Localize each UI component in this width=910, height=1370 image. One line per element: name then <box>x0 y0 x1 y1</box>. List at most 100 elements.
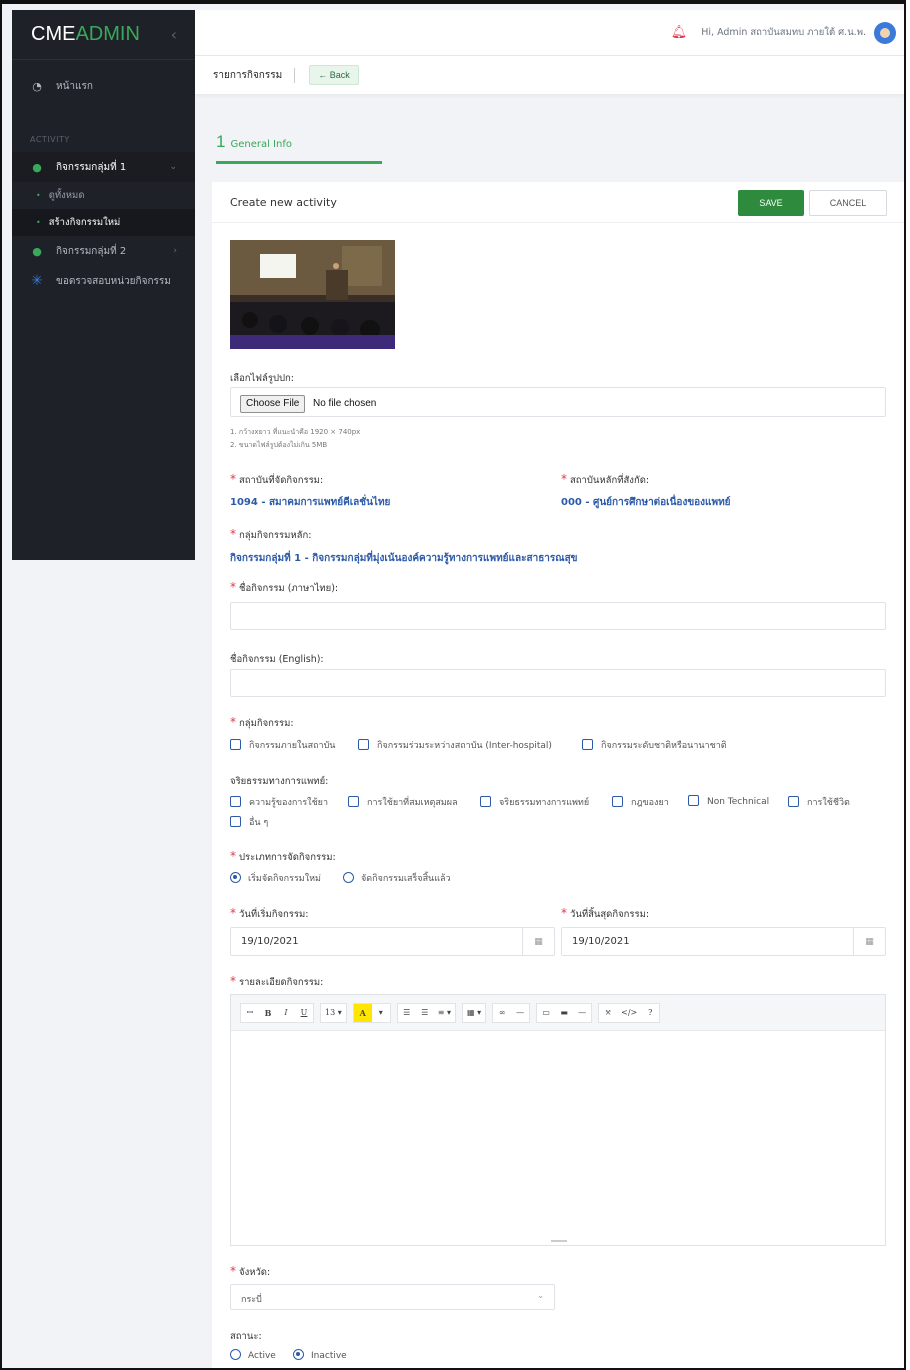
sidebar-item-home[interactable]: ◔ หน้าแรก <box>12 60 195 112</box>
activity-type-label: * ประเภทการจัดกิจกรรม: <box>230 849 336 863</box>
asterisk-icon: ✳ <box>31 273 43 289</box>
checkbox[interactable] <box>688 795 699 806</box>
ethics-label: จริยธรรมทางการแพทย์: <box>230 776 329 787</box>
radio-selected[interactable] <box>293 1349 304 1360</box>
ethics-option[interactable]: ความรู้ของการใช้ยา <box>230 795 328 809</box>
tab-general-info[interactable]: 1 General Info <box>216 132 382 164</box>
align-icon[interactable]: ≡ ▾ <box>434 1004 455 1022</box>
name-en-label: ชื่อกิจกรรม (English): <box>230 654 324 665</box>
file-input[interactable]: Choose File No file chosen <box>230 387 886 417</box>
sidebar-item-group2[interactable]: ● กิจกรรมกลุ่มที่ 2 › <box>12 236 195 266</box>
cancel-button[interactable]: CANCEL <box>809 190 887 216</box>
checkbox[interactable] <box>612 796 623 807</box>
start-date-input[interactable]: 19/10/2021 ▦ <box>230 927 555 956</box>
sidebar-item-group1[interactable]: ● กิจกรรมกลุ่มที่ 1 ⌄ <box>12 152 195 182</box>
rich-text-editor[interactable]: ꟷ B I U 13 ▾ A ▾ ☰ ☰ ≡ ▾ ▦ ▾ ∞ — ▭ ▬ — ⤧… <box>230 994 886 1246</box>
end-date-value: 19/10/2021 <box>572 936 630 947</box>
bullet-list-icon[interactable]: ☰ <box>398 1004 416 1022</box>
group-option-internal[interactable]: กิจกรรมภายในสถาบัน <box>230 738 335 752</box>
radio[interactable] <box>343 872 354 883</box>
bullet-icon: • <box>36 191 41 200</box>
radio[interactable] <box>230 1349 241 1360</box>
status-option-active[interactable]: Active <box>230 1349 276 1361</box>
cover-image <box>230 240 395 349</box>
code-view-icon[interactable]: </> <box>617 1004 641 1022</box>
eraser-icon[interactable]: ꟷ <box>241 1004 259 1022</box>
text-color-icon[interactable]: A <box>353 1003 372 1022</box>
video-icon[interactable]: ▬ <box>555 1004 573 1022</box>
ethics-option[interactable]: การใช้ยาที่สมเหตุสมผล <box>348 795 458 809</box>
group-option-inter-hospital[interactable]: กิจกรรมร่วมระหว่างสถาบัน (Inter-hospital… <box>358 738 552 752</box>
logo-admin: ADMIN <box>75 23 140 45</box>
table-icon[interactable]: ▦ ▾ <box>463 1004 485 1022</box>
horizontal-rule-icon[interactable]: — <box>511 1004 529 1022</box>
checkbox[interactable] <box>348 796 359 807</box>
type-option-finished[interactable]: จัดกิจกรรมเสร็จสิ้นแล้ว <box>343 871 451 885</box>
checkbox[interactable] <box>230 796 241 807</box>
start-date-label: * วันที่เริ่มกิจกรรม: <box>230 906 309 920</box>
color-dropdown-icon[interactable]: ▾ <box>372 1004 390 1022</box>
group-option-national[interactable]: กิจกรรมระดับชาติหรือนานาชาติ <box>582 738 727 752</box>
font-size-select[interactable]: 13 ▾ <box>321 1004 346 1022</box>
link-icon[interactable]: ∞ <box>493 1004 511 1022</box>
type-option-new[interactable]: เริ่มจัดกิจกรรมใหม่ <box>230 871 321 885</box>
ethics-option[interactable]: อื่น ๆ <box>230 815 268 829</box>
ethics-option[interactable]: จริยธรรมทางการแพทย์ <box>480 795 589 809</box>
checkbox[interactable] <box>358 739 369 750</box>
numbered-list-icon[interactable]: ☰ <box>416 1004 434 1022</box>
province-select[interactable]: กระบี่ ⌄ <box>230 1284 555 1310</box>
bell-icon[interactable]: 🔔︎ <box>671 25 688 40</box>
institution-label: * สถาบันที่จัดกิจกรรม: <box>230 472 324 486</box>
calendar-icon[interactable]: ▦ <box>522 928 554 956</box>
main-group-label: * กลุ่มกิจกรรมหลัก: <box>230 527 312 541</box>
checkbox[interactable] <box>582 739 593 750</box>
chevron-down-icon: ⌄ <box>169 162 177 172</box>
sidebar-item-label: กิจกรรมกลุ่มที่ 2 <box>56 245 127 257</box>
parent-institution-value: 000 - ศูนย์การศึกษาต่อเนื่องของแพทย์ <box>561 497 731 508</box>
hint-filesize: 2. ขนาดไฟล์รูปต้องไม่เกิน 5MB <box>230 441 328 449</box>
name-en-input[interactable] <box>230 669 886 697</box>
sidebar-item-label: ขอตรวจสอบหน่วยกิจกรรม <box>56 275 171 287</box>
hr-icon[interactable]: — <box>573 1004 591 1022</box>
fullscreen-icon[interactable]: ⤧ <box>599 1004 617 1022</box>
choose-file-button[interactable]: Choose File <box>240 395 306 413</box>
sidebar-item-label: กิจกรรมกลุ่มที่ 1 <box>56 161 127 173</box>
checkbox[interactable] <box>230 739 241 750</box>
help-icon[interactable]: ? <box>641 1004 659 1022</box>
sidebar-item-label: สร้างกิจกรรมใหม่ <box>48 217 121 228</box>
detail-label: * รายละเอียดกิจกรรม: <box>230 974 324 988</box>
italic-button[interactable]: I <box>277 1004 295 1022</box>
image-icon[interactable]: ▭ <box>537 1004 555 1022</box>
ethics-option[interactable]: การใช้ชีวิต <box>788 795 850 809</box>
avatar[interactable] <box>874 21 896 44</box>
sidebar-subitem-create[interactable]: • สร้างกิจกรรมใหม่ <box>12 209 195 236</box>
ethics-option[interactable]: กฎของยา <box>612 795 669 809</box>
chevron-right-icon: › <box>173 246 177 256</box>
form-card: Create new activity SAVE CANCEL เลือกไฟล… <box>212 182 904 1368</box>
sidebar-item-review[interactable]: ✳ ขอตรวจสอบหน่วยกิจกรรม <box>12 266 195 296</box>
bold-button[interactable]: B <box>259 1004 277 1022</box>
sidebar-subitem-view-all[interactable]: • ดูทั้งหมด <box>12 182 195 209</box>
name-th-input[interactable] <box>230 602 886 630</box>
start-date-value: 19/10/2021 <box>241 936 299 947</box>
bullet-icon: • <box>36 218 41 227</box>
checkbox[interactable] <box>480 796 491 807</box>
chevron-left-icon[interactable]: ‹ <box>171 25 177 44</box>
underline-button[interactable]: U <box>295 1004 313 1022</box>
breadcrumb: รายการกิจกรรม <box>213 67 296 83</box>
end-date-input[interactable]: 19/10/2021 ▦ <box>561 927 886 956</box>
calendar-icon[interactable]: ▦ <box>853 928 885 956</box>
province-value: กระบี่ <box>241 1295 262 1305</box>
bulb-icon: ● <box>32 160 42 174</box>
checkbox[interactable] <box>230 816 241 827</box>
save-button[interactable]: SAVE <box>738 190 804 216</box>
topbar: 🔔︎ Hi, Admin สถาบันสมทบ ภายใต้ ศ.น.พ. <box>195 10 904 56</box>
status-option-inactive[interactable]: Inactive <box>293 1349 347 1361</box>
resize-handle[interactable] <box>551 1240 567 1242</box>
ethics-option[interactable]: Non Technical <box>688 795 769 807</box>
dashboard-icon: ◔ <box>32 79 42 93</box>
checkbox[interactable] <box>788 796 799 807</box>
radio-selected[interactable] <box>230 872 241 883</box>
sidebar-item-label: ดูทั้งหมด <box>48 190 85 201</box>
back-button[interactable]: ← Back <box>309 65 359 85</box>
